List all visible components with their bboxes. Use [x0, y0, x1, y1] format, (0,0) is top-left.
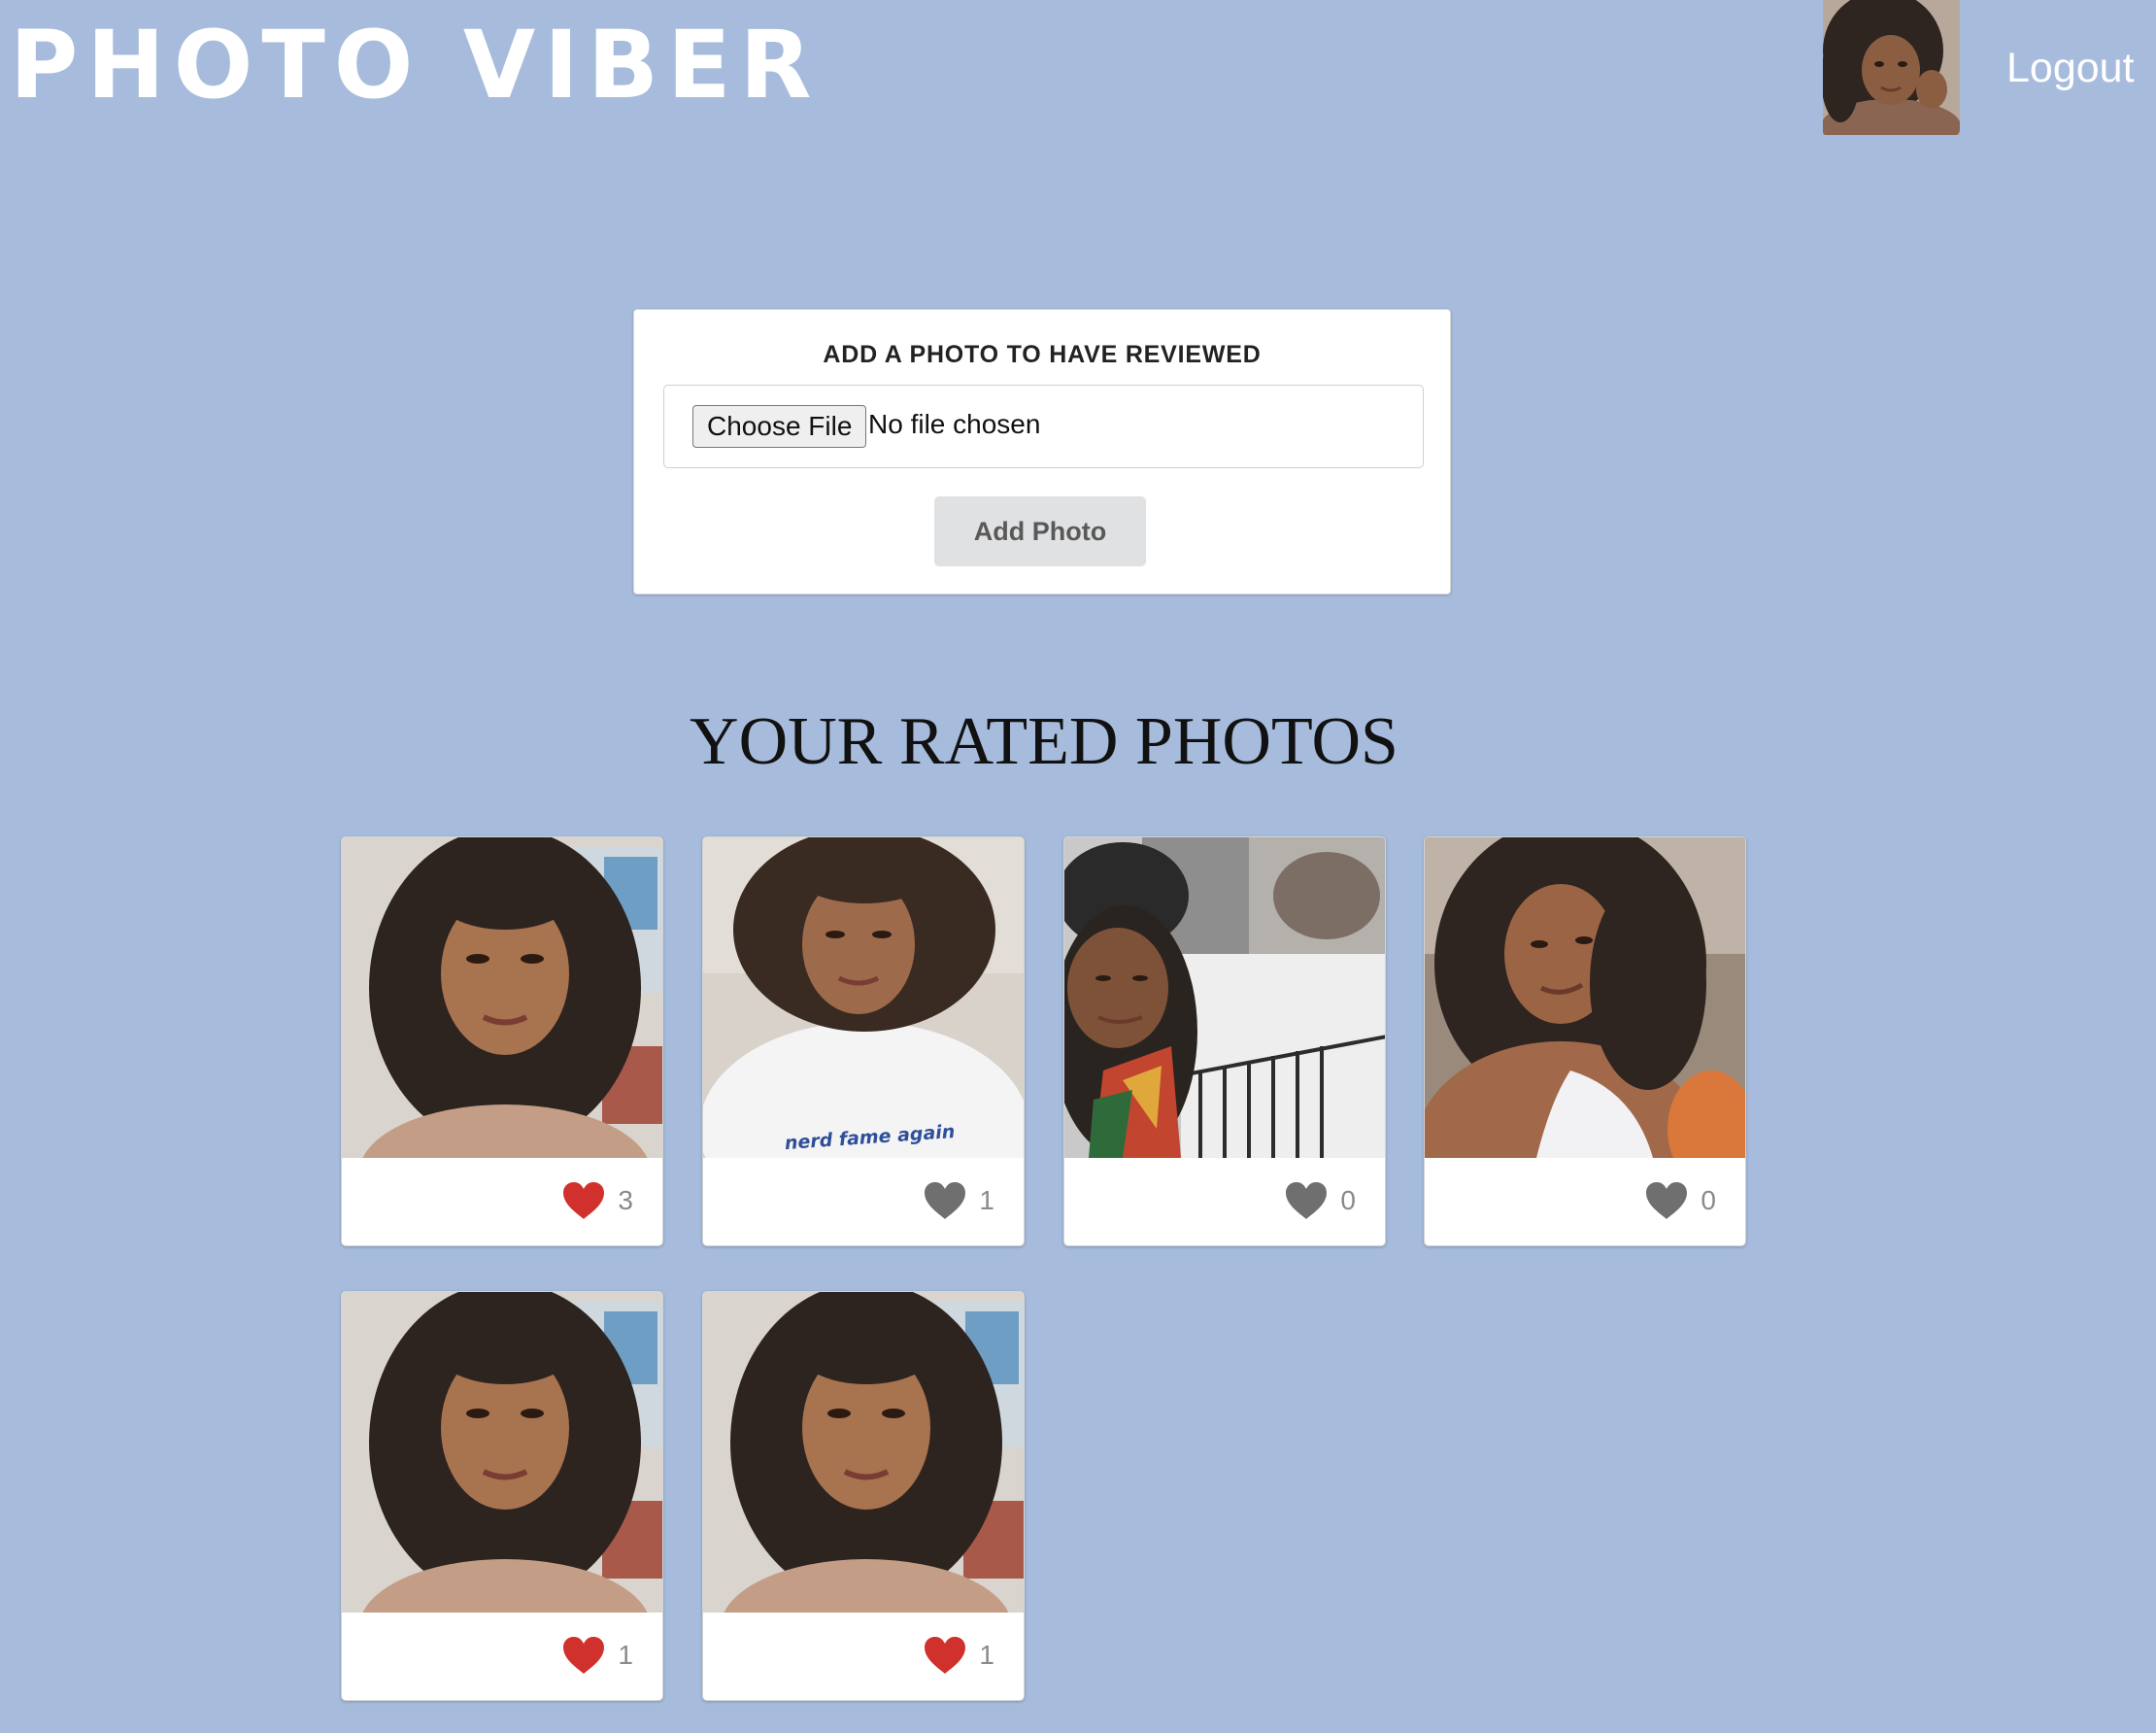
rated-photos-heading: YOUR RATED PHOTOS: [690, 704, 1398, 779]
photo-footer: 1: [342, 1611, 662, 1700]
photo-card: 1: [702, 1291, 1025, 1701]
like-button[interactable]: 1: [561, 1634, 633, 1677]
photo-card: 3: [341, 836, 663, 1246]
heart-icon: [1646, 1182, 1688, 1219]
rated-photo[interactable]: [1425, 837, 1746, 1158]
like-count: 1: [979, 1640, 994, 1670]
rated-photo[interactable]: [342, 1292, 663, 1613]
rated-photo[interactable]: nerd fame again: [703, 837, 1025, 1158]
file-input-field[interactable]: Choose File No file chosen: [663, 385, 1424, 468]
rated-photo[interactable]: [342, 837, 663, 1158]
heart-icon: [563, 1182, 605, 1219]
add-photo-button[interactable]: Add Photo: [934, 496, 1146, 566]
photo-card: 0: [1424, 836, 1746, 1246]
photo-card: nerd fame again 1: [702, 836, 1025, 1246]
like-count: 1: [618, 1640, 633, 1670]
photo-card: 1: [341, 1291, 663, 1701]
heart-icon: [563, 1637, 605, 1674]
like-button[interactable]: 1: [923, 1634, 994, 1677]
like-button[interactable]: 1: [923, 1179, 994, 1222]
photo-footer: 0: [1064, 1156, 1385, 1245]
photo-card: 0: [1063, 836, 1386, 1246]
photo-footer: 0: [1425, 1156, 1745, 1245]
heart-icon: [925, 1637, 966, 1674]
like-button[interactable]: 0: [1644, 1179, 1716, 1222]
like-count: 0: [1701, 1185, 1716, 1215]
upload-form: ADD A PHOTO TO HAVE REVIEWED Choose File…: [633, 309, 1451, 595]
upload-title: ADD A PHOTO TO HAVE REVIEWED: [823, 341, 1262, 368]
photo-footer: 1: [703, 1156, 1024, 1245]
app-logo[interactable]: PHOTO VIBER: [10, 12, 821, 119]
heart-icon: [1286, 1182, 1328, 1219]
photo-footer: 1: [703, 1611, 1024, 1700]
user-avatar[interactable]: [1823, 0, 1960, 135]
photo-footer: 3: [342, 1156, 662, 1245]
file-status-text: No file chosen: [868, 409, 1041, 439]
like-count: 1: [979, 1185, 994, 1215]
rated-photo[interactable]: [1064, 837, 1386, 1158]
logout-link[interactable]: Logout: [2006, 43, 2135, 93]
like-count: 0: [1340, 1185, 1356, 1215]
rated-photo[interactable]: [703, 1292, 1025, 1613]
choose-file-button[interactable]: Choose File: [692, 405, 867, 448]
like-button[interactable]: 3: [561, 1179, 633, 1222]
like-count: 3: [618, 1185, 633, 1215]
heart-icon: [925, 1182, 966, 1219]
like-button[interactable]: 0: [1284, 1179, 1356, 1222]
